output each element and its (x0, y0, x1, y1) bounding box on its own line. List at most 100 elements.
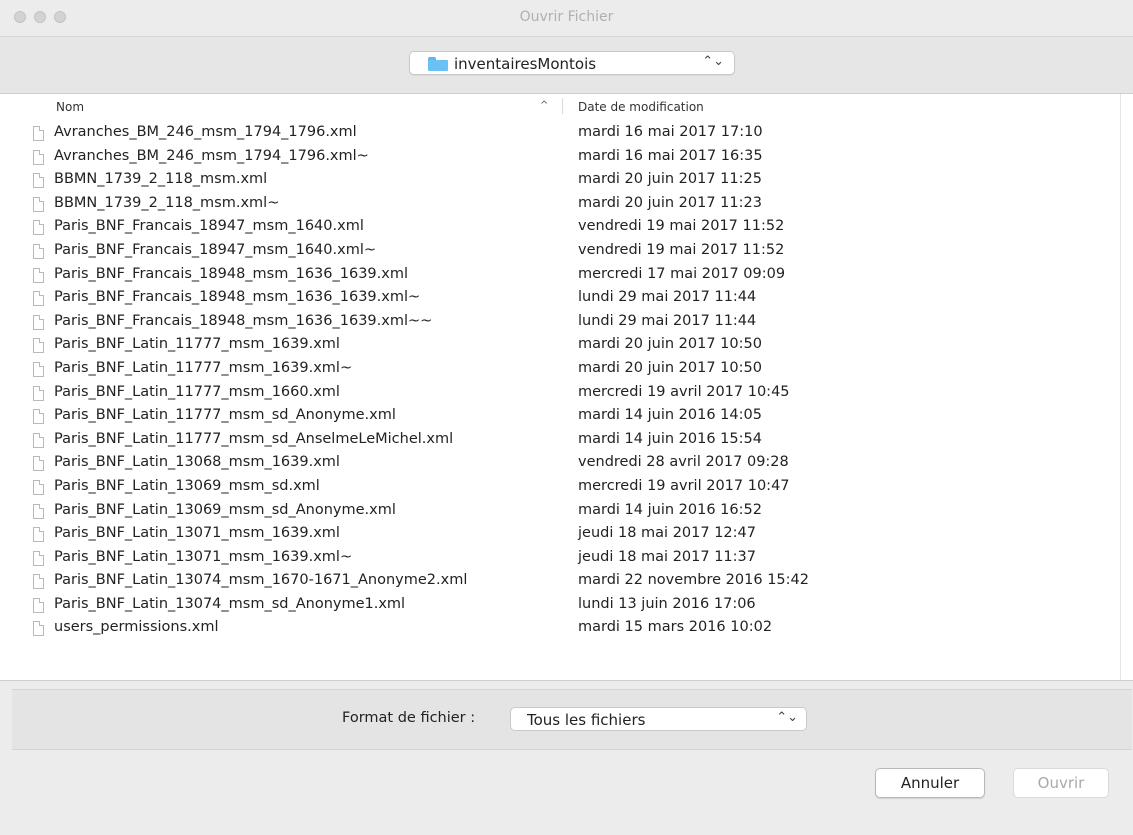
document-icon (33, 126, 44, 141)
document-icon (33, 550, 44, 566)
file-name: Paris_BNF_Francais_18947_msm_1640.xml~ (54, 241, 376, 258)
file-date: vendredi 19 mai 2017 11:52 (578, 241, 785, 258)
file-date: vendredi 19 mai 2017 11:52 (578, 218, 785, 235)
open-button[interactable]: Ouvrir (1013, 768, 1109, 798)
list-header: Nom ^ Date de modification (0, 94, 1133, 116)
format-selector[interactable]: Tous les fichiers ⌃⌄ (510, 707, 807, 731)
document-icon (33, 243, 44, 259)
file-name: Paris_BNF_Francais_18947_msm_1640.xml (54, 218, 364, 235)
file-date: lundi 29 mai 2017 11:44 (578, 289, 757, 306)
file-row[interactable]: BBMN_1739_2_118_msm.xml mardi 20 juin 201… (0, 169, 1120, 193)
file-row[interactable]: Paris_BNF_Latin_11777_msm_sd_AnselmeLeMi… (0, 429, 1120, 453)
document-icon (33, 361, 44, 377)
file-date: mardi 20 juin 2017 11:25 (578, 171, 762, 188)
file-row[interactable]: Paris_BNF_Latin_13071_msm_1639.xml jeudi … (0, 523, 1120, 547)
format-bar: Format de fichier : Tous les fichiers ⌃⌄ (12, 689, 1132, 750)
file-date: mardi 16 mai 2017 17:10 (578, 124, 763, 140)
scrollbar-track[interactable] (1120, 94, 1121, 680)
file-rows: Avranches_BM_246_msm_1794_1796.xmlmardi … (0, 122, 1133, 641)
file-date: lundi 13 juin 2016 17:06 (578, 595, 756, 612)
file-row[interactable]: Paris_BNF_Latin_11777_msm_sd_Anonyme.xml… (0, 405, 1120, 429)
file-date: jeudi 18 mai 2017 12:47 (578, 525, 756, 542)
file-date: mardi 14 juin 2016 14:05 (578, 407, 762, 424)
file-name: Avranches_BM_246_msm_1794_1796.xml (54, 124, 357, 140)
file-name: Paris_BNF_Latin_11777_msm_1639.xml (54, 336, 340, 353)
document-icon (33, 621, 44, 637)
file-row[interactable]: BBMN_1739_2_118_msm.xml~ mardi 20 juin 20… (0, 193, 1120, 217)
document-icon (33, 196, 44, 212)
title-bar: Ouvrir Fichier (0, 0, 1133, 37)
file-date: vendredi 28 avril 2017 09:28 (578, 454, 789, 471)
format-value: Tous les fichiers (527, 711, 646, 729)
document-icon (33, 574, 44, 590)
file-row[interactable]: Paris_BNF_Latin_13074_msm_1670-1671_Anon… (0, 570, 1120, 594)
file-row[interactable]: Paris_BNF_Latin_13068_msm_1639.xml vendre… (0, 452, 1120, 476)
file-row[interactable]: Paris_BNF_Francais_18948_msm_1636_1639.x… (0, 264, 1120, 288)
file-name: Paris_BNF_Latin_13069_msm_sd.xml (54, 477, 320, 494)
folder-icon (428, 57, 448, 71)
file-name: BBMN_1739_2_118_msm.xml (54, 171, 268, 188)
file-name: Paris_BNF_Latin_13074_msm_1670-1671_Anon… (54, 572, 468, 589)
cancel-button[interactable]: Annuler (875, 768, 985, 798)
file-date: mardi 16 mai 2017 16:35 (578, 147, 763, 164)
file-date: jeudi 18 mai 2017 11:37 (578, 548, 756, 565)
file-name: users_permissions.xml (54, 619, 219, 636)
file-date: mercredi 17 mai 2017 09:09 (578, 265, 786, 282)
file-row[interactable]: Paris_BNF_Latin_11777_msm_1639.xml~ mardi… (0, 358, 1120, 382)
file-name: Paris_BNF_Latin_11777_msm_sd_Anonyme.xml (54, 407, 396, 424)
sort-ascending-icon[interactable]: ^ (540, 100, 548, 111)
document-icon (33, 527, 44, 543)
chevron-updown-icon: ⌃⌄ (702, 54, 724, 69)
file-row[interactable]: Paris_BNF_Latin_11777_msm_1660.xml mercre… (0, 382, 1120, 406)
open-file-dialog: Ouvrir Fichier inventairesMontois ⌃⌄ Nom… (0, 0, 1133, 835)
file-date: mardi 22 novembre 2016 15:42 (578, 572, 809, 589)
column-divider[interactable] (562, 98, 563, 114)
file-name: Paris_BNF_Latin_13069_msm_sd_Anonyme.xml (54, 501, 396, 518)
file-row[interactable]: Paris_BNF_Latin_11777_msm_1639.xml mardi … (0, 334, 1120, 358)
document-icon (33, 503, 44, 519)
document-icon (33, 267, 44, 283)
document-icon (33, 220, 44, 236)
file-row[interactable]: Paris_BNF_Francais_18947_msm_1640.xml ven… (0, 216, 1120, 240)
file-row[interactable]: users_permissions.xml mardi 15 mars 2016 … (0, 617, 1120, 641)
document-icon (33, 456, 44, 472)
file-row[interactable]: Avranches_BM_246_msm_1794_1796.xml mardi … (0, 122, 1120, 146)
file-row[interactable]: Paris_BNF_Latin_13071_msm_1639.xml~ jeudi… (0, 547, 1120, 571)
file-row[interactable]: Paris_BNF_Latin_13069_msm_sd_Anonyme.xml… (0, 500, 1120, 524)
document-icon (33, 173, 44, 189)
file-name: Paris_BNF_Latin_13074_msm_sd_Anonyme1.xm… (54, 595, 406, 612)
column-header-date[interactable]: Date de modification (578, 100, 704, 114)
file-date: mardi 20 juin 2017 10:50 (578, 359, 762, 376)
file-name: Paris_BNF_Latin_13071_msm_1639.xml (54, 525, 340, 542)
document-icon (33, 291, 44, 307)
document-icon (33, 597, 44, 613)
file-name: Paris_BNF_Francais_18948_msm_1636_1639.x… (54, 265, 408, 282)
window-title: Ouvrir Fichier (519, 9, 614, 25)
file-row[interactable]: Paris_BNF_Francais_18947_msm_1640.xml~ ve… (0, 240, 1120, 264)
folder-toolbar: inventairesMontois ⌃⌄ (0, 37, 1133, 94)
file-name: Paris_BNF_Latin_13068_msm_1639.xml (54, 454, 340, 471)
format-label: Format de fichier : (342, 710, 476, 726)
file-row[interactable]: Paris_BNF_Latin_13074_msm_sd_Anonyme1.xm… (0, 594, 1120, 618)
column-header-name[interactable]: Nom (56, 100, 84, 114)
file-date: lundi 29 mai 2017 11:44 (578, 312, 757, 329)
file-date: mercredi 19 avril 2017 10:45 (578, 383, 790, 400)
document-icon (33, 314, 44, 330)
file-row[interactable]: Paris_BNF_Francais_18948_msm_1636_1639.x… (0, 311, 1120, 335)
file-name: BBMN_1739_2_118_msm.xml~ (54, 194, 280, 211)
file-name: Paris_BNF_Latin_11777_msm_1660.xml (54, 383, 340, 400)
document-icon (33, 385, 44, 401)
folder-selector[interactable]: inventairesMontois ⌃⌄ (409, 51, 735, 75)
file-row[interactable]: Paris_BNF_Latin_13069_msm_sd.xml mercredi… (0, 476, 1120, 500)
file-date: mardi 20 juin 2017 10:50 (578, 336, 762, 353)
file-date: mardi 20 juin 2017 11:23 (578, 194, 762, 211)
document-icon (33, 479, 44, 495)
file-name: Paris_BNF_Latin_13071_msm_1639.xml~ (54, 548, 353, 565)
file-row[interactable]: Paris_BNF_Francais_18948_msm_1636_1639.x… (0, 287, 1120, 311)
document-icon (33, 409, 44, 425)
file-name: Paris_BNF_Francais_18948_msm_1636_1639.x… (54, 312, 433, 329)
file-row[interactable]: Avranches_BM_246_msm_1794_1796.xml~ mardi… (0, 146, 1120, 170)
document-icon (33, 432, 44, 448)
file-name: Paris_BNF_Francais_18948_msm_1636_1639.x… (54, 289, 421, 306)
document-icon (33, 149, 44, 165)
